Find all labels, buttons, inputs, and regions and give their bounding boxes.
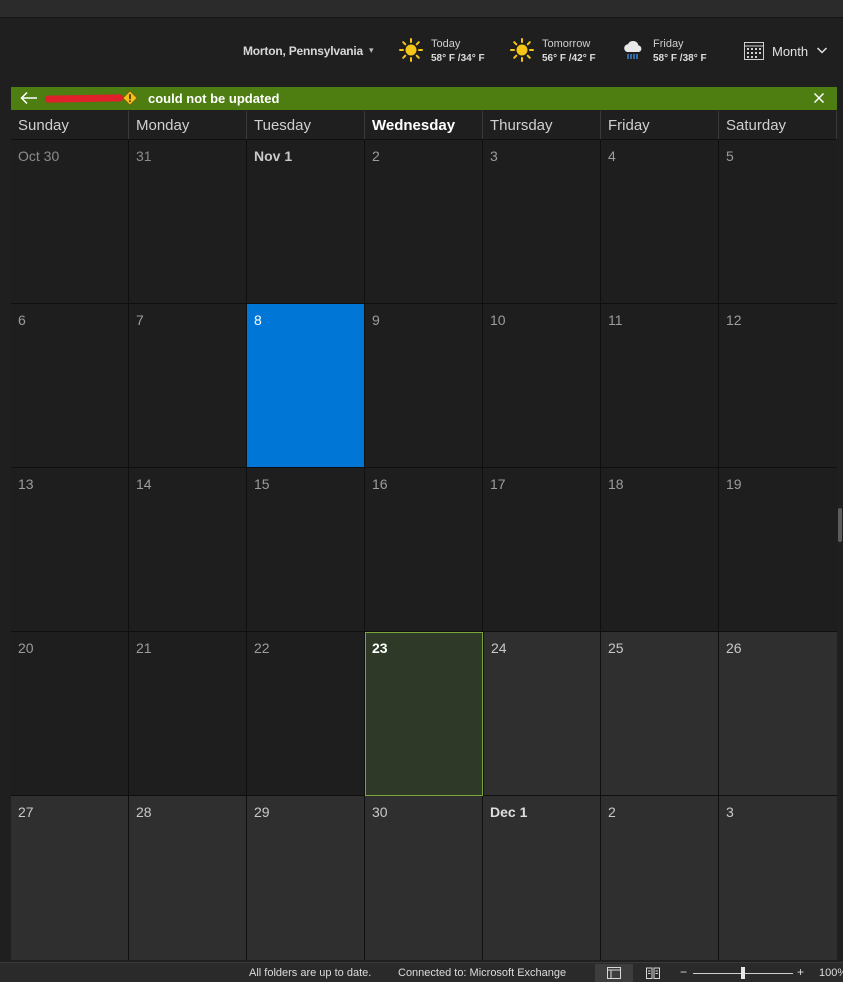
- weather-bar: Morton, Pennsylvania ▾ Today 58° F /34° …: [0, 18, 843, 84]
- window-title-strip: [0, 0, 843, 18]
- day-cell[interactable]: 18: [601, 468, 718, 631]
- back-arrow-icon[interactable]: [20, 91, 38, 105]
- day-cell[interactable]: 2: [365, 140, 482, 303]
- sync-status: All folders are up to date.: [249, 967, 372, 979]
- weather-temps: 58° F /38° F: [653, 53, 707, 64]
- view-label: Month: [772, 44, 809, 59]
- connection-status: Connected to: Microsoft Exchange: [398, 967, 567, 979]
- close-icon[interactable]: [813, 92, 825, 104]
- normal-view-button[interactable]: [595, 964, 633, 982]
- weather-temps: 58° F /34° F: [431, 53, 485, 64]
- normal-view-icon: [607, 967, 621, 979]
- zoom-slider-thumb[interactable]: [741, 967, 745, 979]
- day-cell[interactable]: 3: [483, 140, 600, 303]
- weather-day-label: Today: [431, 38, 461, 50]
- redacted-calendar-name: [44, 94, 124, 103]
- day-cell[interactable]: 17: [483, 468, 600, 631]
- day-cell[interactable]: 19: [719, 468, 837, 631]
- weekday-header-wednesday: Wednesday: [365, 111, 483, 139]
- day-cell[interactable]: Dec 1: [483, 796, 600, 960]
- day-cell[interactable]: 27: [11, 796, 128, 960]
- reading-view-icon: [646, 967, 660, 979]
- zoom-level[interactable]: 100%: [819, 967, 843, 979]
- weekday-header-sunday: Sunday: [11, 111, 129, 139]
- day-cell-today[interactable]: 23: [365, 632, 483, 796]
- day-cell[interactable]: 13: [11, 468, 128, 631]
- day-cell[interactable]: 15: [247, 468, 364, 631]
- day-cell[interactable]: 28: [129, 796, 246, 960]
- weekday-header-friday: Friday: [601, 111, 719, 139]
- month-grid: Sunday Monday Tuesday Wednesday Thursday…: [11, 111, 837, 960]
- day-cell[interactable]: 31: [129, 140, 246, 303]
- weekday-header-tuesday: Tuesday: [247, 111, 365, 139]
- location-dropdown-caret[interactable]: ▾: [369, 45, 374, 56]
- day-cell[interactable]: Nov 1: [247, 140, 364, 303]
- day-cell[interactable]: 12: [719, 304, 837, 467]
- vertical-scrollbar-thumb[interactable]: [838, 508, 842, 542]
- zoom-in-button[interactable]: +: [797, 965, 804, 979]
- day-cell[interactable]: 5: [719, 140, 837, 303]
- view-switcher-button[interactable]: Month: [744, 40, 832, 62]
- sun-icon: [510, 38, 534, 62]
- weekday-header-monday: Monday: [129, 111, 247, 139]
- day-cell[interactable]: 26: [719, 632, 837, 795]
- day-cell[interactable]: 14: [129, 468, 246, 631]
- day-cell[interactable]: 22: [247, 632, 364, 795]
- sun-icon: [399, 38, 423, 62]
- day-cell[interactable]: 3: [719, 796, 837, 960]
- day-cell[interactable]: 25: [601, 632, 718, 795]
- zoom-out-button[interactable]: −: [680, 965, 687, 979]
- day-cell[interactable]: 29: [247, 796, 364, 960]
- status-bar: All folders are up to date. Connected to…: [0, 962, 843, 982]
- day-cell[interactable]: 16: [365, 468, 482, 631]
- day-cell[interactable]: Oct 30: [11, 140, 128, 303]
- day-cell[interactable]: 2: [601, 796, 718, 960]
- day-cell-selected[interactable]: 8: [247, 304, 364, 467]
- day-cell[interactable]: 6: [11, 304, 128, 467]
- weekday-header-saturday: Saturday: [719, 111, 837, 139]
- day-cell[interactable]: 21: [129, 632, 246, 795]
- day-cell[interactable]: 4: [601, 140, 718, 303]
- day-cell[interactable]: 24: [484, 632, 600, 795]
- weather-day-label: Friday: [653, 38, 684, 50]
- weather-temps: 56° F /42° F: [542, 53, 596, 64]
- weather-location[interactable]: Morton, Pennsylvania: [243, 44, 363, 58]
- reading-view-button[interactable]: [634, 964, 672, 982]
- weather-day-label: Tomorrow: [542, 38, 591, 50]
- calendar-grid-icon: [744, 42, 764, 60]
- day-cell[interactable]: 11: [601, 304, 718, 467]
- day-cell[interactable]: 9: [365, 304, 482, 467]
- rain-cloud-icon: [624, 40, 642, 59]
- day-cell[interactable]: 20: [11, 632, 128, 795]
- weekday-header-thursday: Thursday: [483, 111, 601, 139]
- day-cell[interactable]: 30: [365, 796, 482, 960]
- infobar-message: could not be updated: [148, 91, 280, 106]
- update-error-infobar: could not be updated: [11, 87, 837, 110]
- chevron-down-icon: [816, 47, 828, 54]
- warning-icon: [122, 90, 138, 106]
- day-cell[interactable]: 7: [129, 304, 246, 467]
- day-cell[interactable]: 10: [483, 304, 600, 467]
